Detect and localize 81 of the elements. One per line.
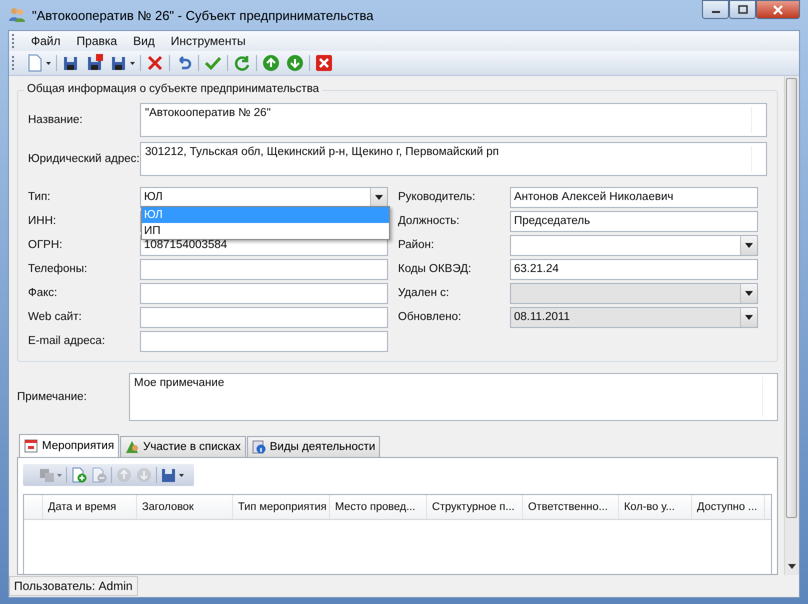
delete-icon [146,54,164,72]
up-icon [262,54,280,72]
field-label: ОГРН: [28,239,64,251]
field-label: Район: [398,239,436,251]
copy-icon [39,467,55,483]
dropdown-field[interactable] [510,234,758,256]
down-icon [136,467,152,483]
field-label: Web сайт: [28,311,83,323]
up-icon [116,467,132,483]
input-field[interactable]: Антонов Алексей Николаевич [510,186,758,208]
scroll-down-icon[interactable] [788,564,796,569]
input-field[interactable]: Председатель [510,210,758,232]
save-copy-icon [110,54,128,72]
column-header[interactable]: Место провед... [330,495,427,519]
status-text: Пользователь: Admin [9,576,138,596]
calendar-icon [24,439,38,453]
input-field[interactable]: 63.21.24 [510,258,758,280]
field-label: E-mail адреса: [28,335,106,347]
caret-icon [179,474,184,476]
column-header[interactable]: Кол-во у... [619,495,692,519]
column-header[interactable]: Структурное п... [427,495,523,519]
save-icon [161,467,177,483]
column-header[interactable]: Ответственно... [523,495,619,519]
input-field[interactable] [140,258,388,280]
check-icon [204,54,222,72]
people-icon [8,7,26,23]
field-label: Тип: [28,191,52,203]
new-icon [26,54,44,72]
note-field[interactable]: Мое примечание [129,373,778,421]
save-icon [62,54,80,72]
column-header[interactable]: Тип мероприятия [233,495,330,519]
input-field[interactable] [140,330,388,352]
menu-item[interactable]: Вид [125,34,163,48]
refresh-icon [233,54,251,72]
field-label: Примечание: [17,391,88,403]
field-label: Коды ОКВЭД: [398,263,472,275]
input-field[interactable] [140,306,388,328]
people-icon [125,440,140,454]
info-icon [252,440,266,454]
menu-item[interactable]: Правка [68,34,126,48]
address-field[interactable]: 301212, Тульская обл, Щекинский р-н, Щекино г, Первомайский рп [140,142,767,176]
field-label: Юридический адрес: [28,153,140,165]
add-icon [71,467,87,483]
dropdown-field[interactable]: ЮЛ [140,186,388,208]
scrollbar[interactable] [784,76,799,575]
column-header[interactable]: Дата и время [43,495,137,519]
caret-icon [745,242,753,248]
field-label: Телефоны: [28,263,88,275]
field-label: Удален с: [398,287,450,299]
window-title: "Автокооператив № 26" - Субъект предпринимательства [32,8,374,22]
field-label: ИНН: [28,215,58,227]
maximize-button[interactable] [729,0,756,19]
remove-icon [91,467,107,483]
tab[interactable]: Участие в списках [120,436,246,457]
close-icon [315,54,333,72]
menu-item[interactable]: Инструменты [162,34,254,48]
caret-icon [57,474,62,476]
caret-icon [130,62,135,64]
minimize-button[interactable] [702,0,729,19]
caret-icon [375,194,383,200]
caret-icon [745,290,753,296]
field-label: Название: [28,114,84,126]
menu-item[interactable]: Файл [23,34,69,48]
tab[interactable]: Виды деятельности [246,436,380,457]
caret-icon [46,62,51,64]
tab[interactable]: Мероприятия [19,434,120,457]
save-close-icon [86,54,104,72]
close-icon [773,4,783,14]
field-label: Обновлено: [398,311,462,323]
close-button[interactable] [756,0,800,19]
column-header[interactable]: Заголовок [137,495,233,519]
input-field[interactable] [140,282,388,304]
group-title: Общая информация о субъекте предпринимательства [24,83,322,95]
field-label: Руководитель: [398,191,476,203]
maximize-icon [738,5,748,14]
name-field[interactable]: "Автокооператив № 26" [140,103,767,137]
down-icon [286,54,304,72]
column-header[interactable]: Доступно ... [692,495,765,519]
field-label: Должность: [398,215,460,227]
field-label: Факс: [28,287,58,299]
caret-icon [745,314,753,320]
